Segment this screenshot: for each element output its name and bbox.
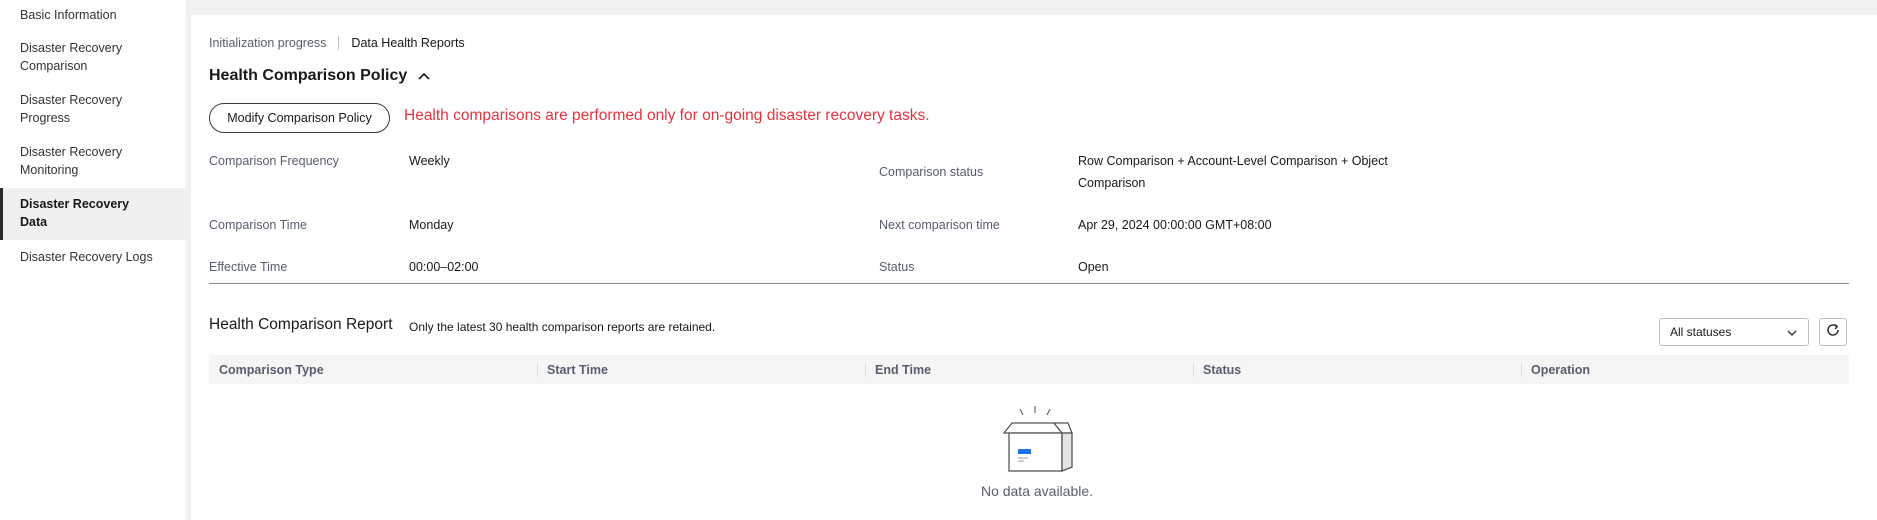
comparison-status-label: Comparison status <box>879 165 984 179</box>
comparison-time-value: Monday <box>409 218 454 232</box>
comparison-frequency-value: Weekly <box>409 154 450 168</box>
effective-time-value: 00:00–02:00 <box>409 260 479 274</box>
effective-time-label: Effective Time <box>209 260 288 274</box>
tab-data-health-reports[interactable]: Data Health Reports <box>351 36 464 50</box>
status-filter-select[interactable]: All statuses <box>1659 318 1809 346</box>
main-panel: Initialization progress Data Health Repo… <box>191 15 1877 520</box>
sidebar-item-dr-progress[interactable]: Disaster Recovery Progress <box>0 91 186 127</box>
sidebar-item-dr-logs[interactable]: Disaster Recovery Logs <box>0 248 186 266</box>
status-filter-value: All statuses <box>1670 325 1732 339</box>
empty-box-icon <box>992 405 1082 480</box>
sidebar-item-label: Disaster Recovery Data <box>20 197 130 229</box>
sidebar-item-dr-monitoring[interactable]: Disaster Recovery Monitoring <box>0 143 186 179</box>
policy-warning: Health comparisons are performed only fo… <box>404 107 930 124</box>
comparison-time-label: Comparison Time <box>209 218 307 232</box>
column-header-operation: Operation <box>1521 355 1849 384</box>
column-header-start-time: Start Time <box>537 355 865 384</box>
report-note: Only the latest 30 health comparison rep… <box>409 320 716 334</box>
chevron-down-icon <box>1786 327 1798 339</box>
policy-section-header: Health Comparison Policy <box>209 67 431 85</box>
sidebar-item-dr-data[interactable]: Disaster Recovery Data <box>0 188 186 240</box>
sidebar-item-label: Disaster Recovery Logs <box>20 250 153 264</box>
sidebar-item-basic-information[interactable]: Basic Information <box>0 6 186 24</box>
column-header-comparison-type: Comparison Type <box>219 362 324 377</box>
report-table-header: Comparison Type Start Time End Time Stat… <box>209 355 1849 384</box>
column-header-end-time: End Time <box>865 355 1193 384</box>
sidebar: Basic Information Disaster Recovery Comp… <box>0 0 186 520</box>
empty-state-text: No data available. <box>980 483 1094 499</box>
next-comparison-time-label: Next comparison time <box>879 218 1000 232</box>
tab-initialization-progress[interactable]: Initialization progress <box>209 36 326 50</box>
section-divider <box>209 283 1849 284</box>
sidebar-item-label: Disaster Recovery Progress <box>20 93 123 125</box>
tab-bar: Initialization progress Data Health Repo… <box>209 36 465 50</box>
comparison-frequency-label: Comparison Frequency <box>209 154 339 168</box>
policy-title: Health Comparison Policy <box>209 67 408 84</box>
sidebar-item-label: Disaster Recovery Monitoring <box>20 145 123 177</box>
comparison-status-value: Row Comparison + Account-Level Compariso… <box>1078 154 1388 190</box>
refresh-icon <box>1825 322 1841 343</box>
modify-comparison-policy-button[interactable]: Modify Comparison Policy <box>209 103 390 133</box>
refresh-button[interactable] <box>1819 318 1847 346</box>
column-header-status: Status <box>1193 355 1521 384</box>
chevron-up-icon[interactable] <box>417 69 431 83</box>
sidebar-item-label: Basic Information <box>20 8 117 22</box>
sidebar-item-dr-comparison[interactable]: Disaster Recovery Comparison <box>0 39 186 75</box>
next-comparison-time-value: Apr 29, 2024 00:00:00 GMT+08:00 <box>1078 218 1272 232</box>
tab-separator <box>338 36 340 50</box>
report-title: Health Comparison Report <box>209 316 393 333</box>
status-label: Status <box>879 260 915 274</box>
sidebar-item-label: Disaster Recovery Comparison <box>20 41 123 73</box>
status-value: Open <box>1078 260 1109 274</box>
empty-state: No data available. <box>191 405 1877 499</box>
